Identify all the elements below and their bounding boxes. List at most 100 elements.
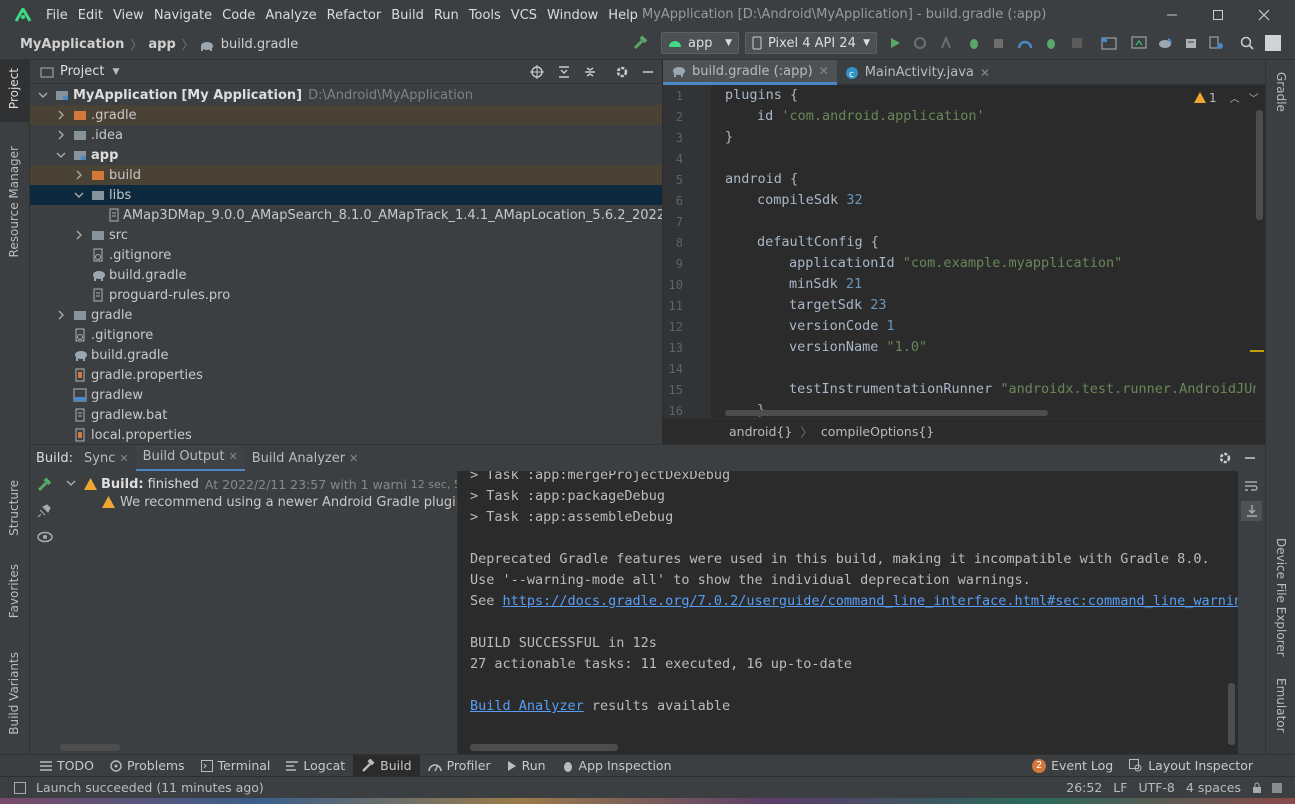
menu-vcs[interactable]: VCS [507, 8, 541, 23]
chevron-right-icon[interactable] [54, 308, 68, 322]
chevron-down-icon[interactable] [36, 88, 50, 102]
build-console[interactable]: > Task :app:mergeProjectDexDebug > Task … [458, 471, 1238, 754]
chevron-right-icon[interactable] [54, 108, 68, 122]
chevron-right-icon[interactable] [54, 128, 68, 142]
tab-favorites[interactable]: Favorites [7, 564, 21, 618]
hide-panel-icon[interactable] [642, 66, 654, 78]
project-view-select[interactable]: Project [60, 64, 104, 79]
menu-analyze[interactable]: Analyze [261, 8, 320, 23]
menu-view[interactable]: View [109, 8, 148, 23]
inspection-widget[interactable]: 1 ︿ ﹀ [1194, 90, 1259, 105]
file-encoding[interactable]: UTF-8 [1138, 780, 1174, 795]
horizontal-scrollbar[interactable] [470, 744, 618, 751]
run-tests-coverage-icon[interactable] [1043, 35, 1059, 51]
tool-run[interactable]: Run [499, 755, 554, 777]
tab-resource-manager[interactable]: Resource Manager [7, 146, 21, 257]
tab-build-gradle-app[interactable]: build.gradle (:app) ✕ [663, 60, 837, 85]
tool-problems[interactable]: Problems [102, 755, 193, 777]
breadcrumb-android[interactable]: android{} [729, 424, 792, 439]
warning-marker[interactable] [1250, 350, 1264, 352]
breadcrumb-module[interactable]: app [144, 37, 179, 52]
tree-item-gradle-properties[interactable]: gradle.properties [30, 365, 662, 385]
gear-icon[interactable] [615, 65, 629, 79]
close-tab-icon[interactable]: ✕ [229, 450, 238, 463]
profile-icon[interactable] [1017, 35, 1033, 51]
tab-emulator[interactable]: Emulator [1274, 678, 1288, 733]
collapse-all-icon[interactable] [583, 65, 597, 79]
debug-icon[interactable] [966, 35, 982, 51]
menu-edit[interactable]: Edit [74, 8, 107, 23]
menu-build[interactable]: Build [387, 8, 428, 23]
tool-layout-inspector[interactable]: Layout Inspector [1121, 755, 1261, 777]
tab-main-activity[interactable]: c MainActivity.java ✕ [837, 60, 998, 85]
tool-event-log[interactable]: 2 Event Log [1024, 755, 1121, 777]
close-tab-icon[interactable]: ✕ [819, 64, 829, 78]
run-config-select[interactable]: app ▼ [661, 32, 739, 54]
minimize-button[interactable] [1149, 0, 1195, 30]
chevron-down-icon[interactable] [66, 477, 76, 492]
panel-toggle-icon[interactable] [14, 781, 26, 794]
build-warning-row[interactable]: We recommend using a newer Android Gradl… [102, 492, 457, 512]
apply-changes-restart-icon[interactable] [912, 35, 928, 51]
tree-item-dot-gradle[interactable]: .gradle [30, 105, 662, 125]
breadcrumb-compile-options[interactable]: compileOptions{} [821, 424, 934, 439]
menu-run[interactable]: Run [430, 8, 463, 23]
tree-item-idea[interactable]: .idea [30, 125, 662, 145]
tool-terminal[interactable]: Terminal [193, 755, 279, 777]
tree-item-gradlew-bat[interactable]: gradlew.bat [30, 405, 662, 425]
close-tab-icon[interactable]: ✕ [980, 66, 990, 80]
tab-project[interactable]: Project [7, 68, 21, 109]
scroll-to-end-icon[interactable] [1241, 501, 1262, 521]
locate-file-icon[interactable] [530, 64, 544, 79]
maximize-button[interactable] [1195, 0, 1241, 30]
avd-manager-icon[interactable] [1131, 35, 1147, 51]
make-project-hammer-icon[interactable] [632, 35, 648, 51]
stop-icon[interactable] [1069, 35, 1085, 51]
tab-gradle[interactable]: Gradle [1274, 72, 1288, 112]
eye-icon[interactable] [37, 531, 53, 547]
tab-structure[interactable]: Structure [7, 480, 21, 536]
tool-todo[interactable]: TODO [32, 755, 102, 777]
close-window-button[interactable] [1241, 0, 1287, 30]
chevron-up-icon[interactable]: ︿ [1230, 90, 1240, 105]
tab-sync[interactable]: Sync ✕ [77, 445, 136, 472]
gradle-docs-link[interactable]: https://docs.gradle.org/7.0.2/userguide/… [503, 593, 1238, 609]
horizontal-scrollbar[interactable] [725, 410, 1048, 416]
run-icon[interactable] [887, 35, 903, 51]
chevron-down-icon[interactable]: ▼ [112, 67, 119, 77]
tree-item-app-build-gradle[interactable]: build.gradle [30, 265, 662, 285]
tool-profiler[interactable]: Profiler [420, 755, 499, 777]
device-manager-icon[interactable] [1208, 35, 1224, 51]
tree-item-root-gitignore[interactable]: .gitignore [30, 325, 662, 345]
tab-build-variants[interactable]: Build Variants [7, 652, 21, 735]
sync-gradle-icon[interactable] [1157, 35, 1173, 51]
tree-item-libs[interactable]: libs [30, 185, 662, 205]
breadcrumb-file[interactable]: build.gradle [217, 37, 303, 52]
menu-window[interactable]: Window [543, 8, 602, 23]
tool-app-inspection[interactable]: App Inspection [554, 755, 680, 777]
tool-build[interactable]: Build [353, 754, 420, 777]
project-structure-icon[interactable] [1101, 35, 1117, 51]
tab-build-output[interactable]: Build Output ✕ [135, 444, 245, 472]
attach-debugger-icon[interactable] [991, 35, 1007, 51]
close-tab-icon[interactable]: ✕ [349, 452, 358, 465]
sdk-manager-icon[interactable] [1183, 35, 1199, 51]
device-select[interactable]: Pixel 4 API 24 ▼ [745, 32, 877, 54]
pin-icon[interactable] [37, 504, 51, 522]
menu-tools[interactable]: Tools [465, 8, 505, 23]
menu-code[interactable]: Code [218, 8, 259, 23]
tree-item-local-properties[interactable]: local.properties [30, 425, 662, 444]
tree-item-root-build-gradle[interactable]: build.gradle [30, 345, 662, 365]
tree-item-src[interactable]: src [30, 225, 662, 245]
tree-item-build-folder[interactable]: build [30, 165, 662, 185]
status-message[interactable]: Launch succeeded (11 minutes ago) [36, 780, 264, 795]
vertical-scrollbar[interactable] [1256, 110, 1263, 220]
menu-help[interactable]: Help [604, 8, 642, 23]
tree-item-gradle-folder[interactable]: gradle [30, 305, 662, 325]
expand-all-icon[interactable] [557, 65, 571, 79]
soft-wrap-icon[interactable] [1244, 479, 1258, 497]
line-separator[interactable]: LF [1113, 780, 1127, 795]
apply-code-changes-icon[interactable] [939, 35, 955, 51]
chevron-down-icon[interactable] [54, 148, 68, 162]
hide-panel-icon[interactable] [1244, 452, 1256, 464]
